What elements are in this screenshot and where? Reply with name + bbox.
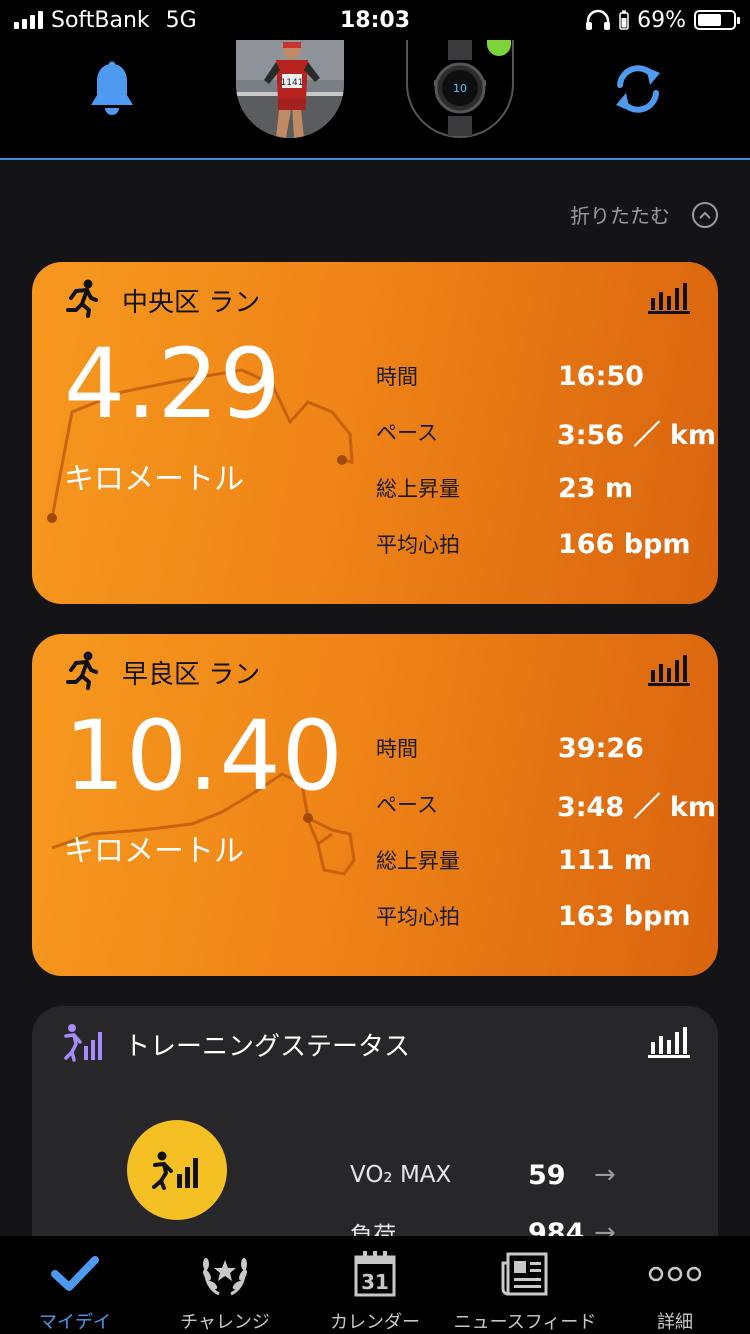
tab-calendar[interactable]: 31 カレンダー: [300, 1236, 450, 1334]
vo2max-label: VO₂ MAX: [350, 1162, 452, 1188]
tab-label: チャレンジ: [180, 1312, 270, 1333]
metric-value: 16:50: [558, 360, 644, 392]
battery-icon: [694, 10, 740, 30]
load-label: 負荷: [350, 1223, 396, 1236]
metric-row-elevation: 総上昇量 23 m: [376, 460, 716, 516]
activity-title: 中央区 ラン: [122, 288, 261, 318]
metric-row-pace: ペース 3:56 ／ km: [376, 404, 716, 460]
run-icon: [66, 651, 98, 690]
watch-face-value: 10: [453, 82, 467, 95]
metric-value: 166 bpm: [558, 528, 691, 560]
activity-card[interactable]: 早良区 ラン 10.40 キロメートル 時間 39:26 ペース 3:48 ／ km…: [32, 634, 718, 976]
metric-value: 111 m: [558, 844, 652, 876]
tab-label: ニュースフィード: [453, 1312, 597, 1333]
more-dots-icon: [648, 1266, 702, 1282]
productive-status-icon: [152, 1151, 198, 1190]
metric-label: 総上昇量: [376, 849, 460, 873]
metric-label: 時間: [376, 365, 418, 389]
signal-strength-icon: [14, 11, 43, 29]
collapse-button[interactable]: 折りたたむ: [570, 200, 718, 229]
collapse-label: 折りたたむ: [570, 204, 670, 228]
training-status-icon: [64, 1024, 102, 1062]
distance-value: 10.40: [64, 700, 344, 812]
metric-label: ペース: [376, 793, 438, 817]
metric-row-heart-rate: 平均心拍 163 bpm: [376, 888, 716, 944]
app-header: 1141 10: [0, 40, 750, 160]
bar-chart-icon[interactable]: [648, 652, 690, 686]
metric-row-elevation: 総上昇量 111 m: [376, 832, 716, 888]
laurel-icon: [203, 1258, 247, 1296]
metric-label: 時間: [376, 737, 418, 761]
metric-label: 総上昇量: [376, 477, 460, 501]
bottom-tab-bar: マイデイ チャレンジ 31 カレンダー ニュースフィード 詳細: [0, 1236, 750, 1334]
tab-label: マイデイ: [39, 1312, 111, 1333]
calendar-icon: 31: [354, 1251, 396, 1297]
metric-value: 23 m: [558, 472, 634, 504]
arrow-right-icon: →: [594, 1160, 616, 1190]
notifications-button[interactable]: [77, 54, 147, 124]
headphones-icon: [586, 9, 611, 30]
run-icon: [66, 279, 98, 318]
tab-more[interactable]: 詳細: [600, 1236, 750, 1334]
distance-value: 4.29: [64, 328, 282, 440]
metric-label: 平均心拍: [376, 905, 460, 929]
tab-newsfeed[interactable]: ニュースフィード: [450, 1236, 600, 1334]
tab-label: 詳細: [657, 1312, 693, 1333]
tab-my-day[interactable]: マイデイ: [0, 1236, 150, 1334]
calendar-day: 31: [361, 1270, 389, 1294]
runner-photo: 1141: [236, 40, 344, 138]
vo2max-row[interactable]: VO₂ MAX 59 →: [350, 1146, 616, 1204]
avatar-bib-number: 1141: [281, 78, 304, 88]
metric-label: 平均心拍: [376, 533, 460, 557]
chevron-up-icon: [692, 201, 718, 228]
activity-card[interactable]: 中央区 ラン 4.29 キロメートル 時間 16:50 ペース 3:56 ／ km …: [32, 262, 718, 604]
battery-small-icon: [619, 10, 629, 30]
profile-avatar[interactable]: 1141: [236, 40, 344, 138]
vo2max-value: 59: [528, 1159, 566, 1191]
metric-value: 3:56 ／ km: [556, 419, 716, 451]
training-status-card[interactable]: トレーニングステータス VO₂ MAX 59 → 負荷 984 →: [32, 1006, 718, 1236]
carrier-name: SoftBank: [51, 7, 150, 33]
tab-challenges[interactable]: チャレンジ: [150, 1236, 300, 1334]
sync-button[interactable]: [603, 54, 673, 124]
activity-title: 早良区 ラン: [122, 660, 261, 690]
metric-value: 39:26: [558, 732, 644, 764]
checkmark-icon: [51, 1256, 99, 1291]
activity-metrics: 時間 39:26 ペース 3:48 ／ km 総上昇量 111 m 平均心拍 163 b…: [376, 720, 716, 944]
metric-row-time: 時間 39:26: [376, 720, 716, 776]
my-day-feed[interactable]: 折りたたむ 中央区 ラン 4.29 キロメートル 時間 16:50 ペース 3:56…: [0, 160, 750, 1236]
battery-percent: 69%: [637, 7, 686, 33]
training-status-title: トレーニングステータス: [124, 1032, 411, 1062]
distance-unit: キロメートル: [64, 462, 244, 497]
metric-label: ペース: [376, 421, 438, 445]
metric-value: 3:48 ／ km: [556, 791, 716, 823]
metric-row-time: 時間 16:50: [376, 348, 716, 404]
bar-chart-icon[interactable]: [648, 280, 690, 314]
load-row[interactable]: 負荷 984 →: [350, 1204, 616, 1237]
training-status-badge: [127, 1120, 227, 1220]
training-status-metrics: VO₂ MAX 59 → 負荷 984 →: [350, 1146, 616, 1237]
network-type: 5G: [165, 7, 197, 33]
sync-icon: [616, 65, 660, 113]
tab-label: カレンダー: [330, 1312, 420, 1333]
distance-unit: キロメートル: [64, 834, 244, 869]
status-bar: SoftBank 5G 18:03 69%: [0, 0, 750, 40]
metric-row-pace: ペース 3:48 ／ km: [376, 776, 716, 832]
arrow-right-icon: →: [594, 1218, 616, 1236]
bar-chart-icon[interactable]: [648, 1024, 690, 1058]
metric-value: 163 bpm: [558, 900, 691, 932]
activity-metrics: 時間 16:50 ペース 3:56 ／ km 総上昇量 23 m 平均心拍 166 bp…: [376, 348, 716, 572]
load-value: 984: [528, 1217, 585, 1237]
newsfeed-icon: [501, 1252, 548, 1296]
bell-icon: [91, 61, 133, 115]
metric-row-heart-rate: 平均心拍 166 bpm: [376, 516, 716, 572]
